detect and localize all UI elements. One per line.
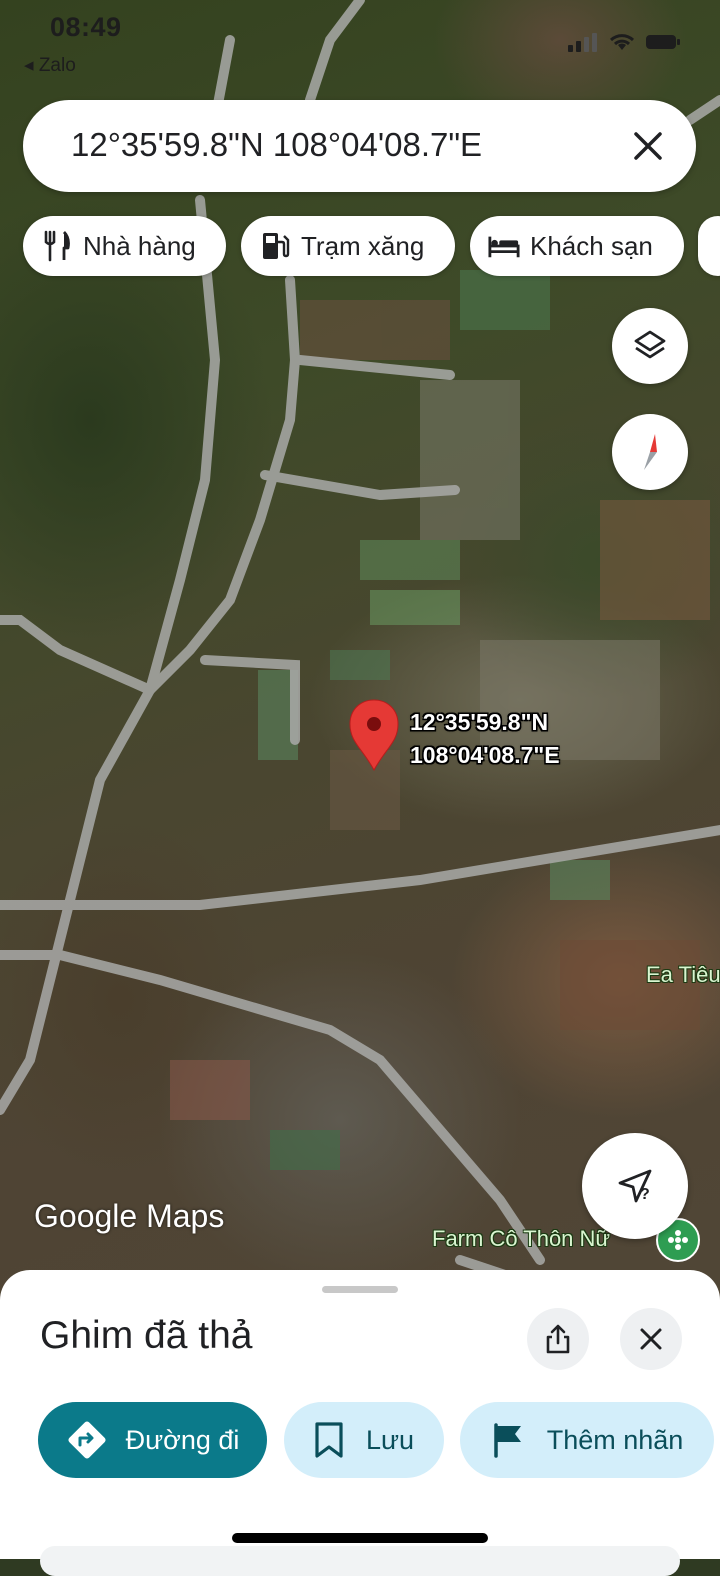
back-to-app-link[interactable]: ◂ Zalo (24, 54, 76, 77)
chip-gas-stations[interactable]: Trạm xăng (241, 216, 455, 276)
close-icon (640, 1328, 662, 1350)
svg-text:?: ? (640, 1186, 650, 1203)
compass-icon (644, 434, 657, 470)
satellite-map[interactable] (0, 0, 720, 1300)
place-label-farm[interactable]: Farm Cô Thôn Nữ (432, 1226, 610, 1252)
bookmark-icon (315, 1422, 343, 1458)
pin-coordinates-label: 12°35'59.8"N 108°04'08.7"E (410, 706, 560, 772)
sheet-drag-handle[interactable] (322, 1286, 398, 1293)
gas-station-icon (259, 230, 291, 262)
home-indicator[interactable] (232, 1533, 488, 1543)
directions-button[interactable]: Đường đi (38, 1402, 267, 1478)
save-button[interactable]: Lưu (284, 1402, 444, 1478)
wifi-icon (609, 34, 635, 50)
place-label-ea-tieu[interactable]: Ea Tiêu (646, 962, 720, 988)
navigation-question-icon: ? (618, 1169, 652, 1203)
clear-search-button[interactable] (628, 126, 668, 166)
directions-icon (68, 1421, 106, 1459)
search-query-text[interactable]: 12°35'59.8"N 108°04'08.7"E (71, 126, 482, 164)
add-label-button[interactable]: Thêm nhãn (460, 1402, 714, 1478)
hotel-icon (488, 230, 520, 262)
pin-coord-lat: 12°35'59.8"N (410, 709, 549, 735)
add-label-label: Thêm nhãn (546, 1424, 684, 1455)
chip-label: Khách sạn (530, 230, 653, 261)
chip-more[interactable] (698, 216, 720, 276)
my-location-button[interactable]: ? (582, 1133, 688, 1239)
chip-label: Trạm xăng (301, 230, 425, 261)
pin-coord-lng: 108°04'08.7"E (410, 742, 560, 768)
map-roads (0, 0, 720, 1285)
logo-google: Google (34, 1198, 138, 1234)
layers-button[interactable] (612, 308, 688, 384)
status-icons (568, 32, 682, 52)
next-section-peek (40, 1546, 680, 1576)
restaurant-icon (41, 230, 73, 262)
logo-maps: Maps (146, 1198, 225, 1234)
share-button[interactable] (527, 1308, 589, 1370)
status-time: 08:49 (50, 12, 122, 42)
close-icon (634, 132, 662, 160)
signal-icon (568, 33, 597, 52)
share-icon (546, 1324, 570, 1354)
layers-icon (634, 330, 666, 359)
search-bar[interactable]: 12°35'59.8"N 108°04'08.7"E (23, 100, 696, 192)
flag-icon (493, 1423, 521, 1458)
chip-restaurants[interactable]: Nhà hàng (23, 216, 226, 276)
save-label: Lưu (365, 1424, 415, 1455)
compass-button[interactable] (612, 414, 688, 490)
chip-hotels[interactable]: Khách sạn (470, 216, 684, 276)
google-maps-logo: Google Maps (34, 1198, 224, 1235)
chip-label: Nhà hàng (83, 230, 196, 261)
sheet-title: Ghim đã thả (40, 1314, 253, 1357)
directions-label: Đường đi (125, 1424, 240, 1455)
close-sheet-button[interactable] (620, 1308, 682, 1370)
battery-icon (646, 35, 680, 49)
